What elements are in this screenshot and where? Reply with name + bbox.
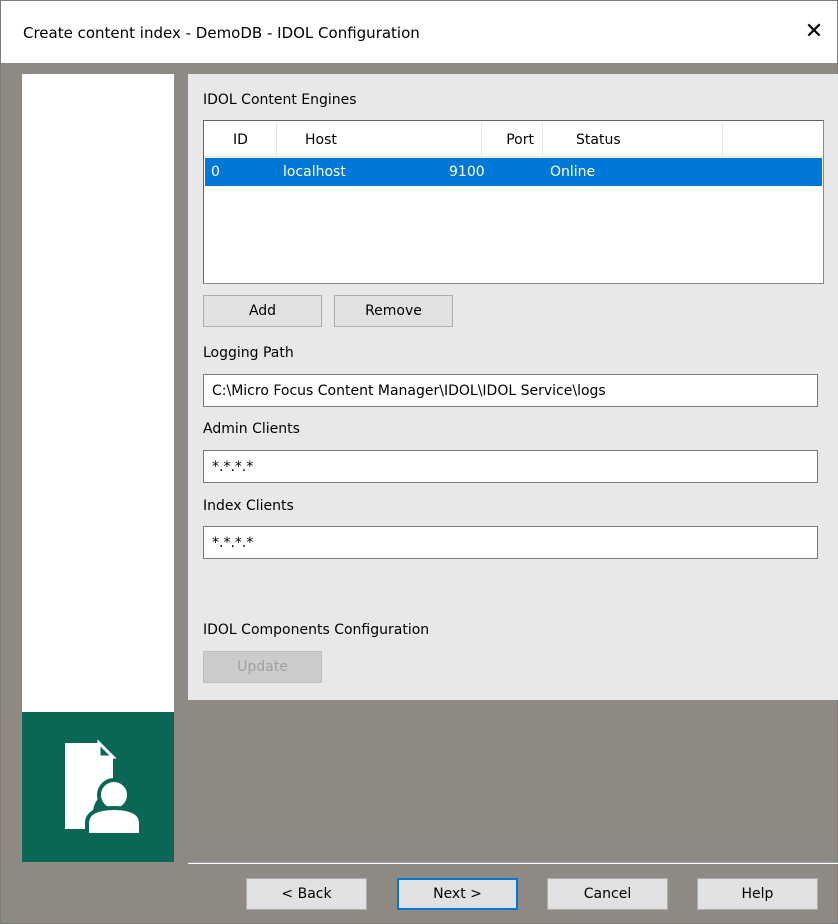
next-button[interactable]: Next > <box>397 878 518 910</box>
close-button[interactable]: ✕ <box>791 13 837 49</box>
wizard-brand-panel <box>22 712 174 862</box>
window-title: Create content index - DemoDB - IDOL Con… <box>23 24 420 42</box>
index-clients-field[interactable]: *.*.*.* <box>203 526 818 559</box>
components-config-label: IDOL Components Configuration <box>203 622 430 638</box>
add-button[interactable]: Add <box>203 295 322 327</box>
cell-status: Online <box>550 164 596 180</box>
update-button[interactable]: Update <box>203 651 322 683</box>
title-bar: Create content index - DemoDB - IDOL Con… <box>1 1 837 63</box>
cell-id: 0 <box>211 164 220 180</box>
admin-clients-field[interactable]: *.*.*.* <box>203 450 818 483</box>
cell-port: 9100 <box>449 164 485 180</box>
cancel-button[interactable]: Cancel <box>547 878 668 910</box>
column-header-host[interactable]: Host <box>277 122 482 157</box>
wizard-side-panel <box>22 74 174 712</box>
column-header-port[interactable]: Port <box>482 122 543 157</box>
footer-divider <box>188 862 838 864</box>
column-header-id[interactable]: ID <box>205 122 277 157</box>
content-engines-label: IDOL Content Engines <box>203 92 357 108</box>
logging-path-label: Logging Path <box>203 345 294 361</box>
index-clients-label: Index Clients <box>203 498 294 514</box>
remove-button[interactable]: Remove <box>334 295 453 327</box>
column-header-status[interactable]: Status <box>543 122 723 157</box>
content-engines-list[interactable]: ID Host Port Status 0 localhost 9100 Onl… <box>203 120 824 284</box>
cell-host: localhost <box>283 164 346 180</box>
list-header: ID Host Port Status <box>205 122 822 157</box>
admin-clients-label: Admin Clients <box>203 421 300 437</box>
table-row[interactable]: 0 localhost 9100 Online <box>205 158 822 186</box>
back-button[interactable]: < Back <box>246 878 367 910</box>
help-button[interactable]: Help <box>697 878 818 910</box>
close-icon: ✕ <box>804 18 824 44</box>
document-user-icon <box>65 739 143 837</box>
dialog-window: Create content index - DemoDB - IDOL Con… <box>0 0 838 924</box>
logging-path-field[interactable]: C:\Micro Focus Content Manager\IDOL\IDOL… <box>203 374 818 407</box>
